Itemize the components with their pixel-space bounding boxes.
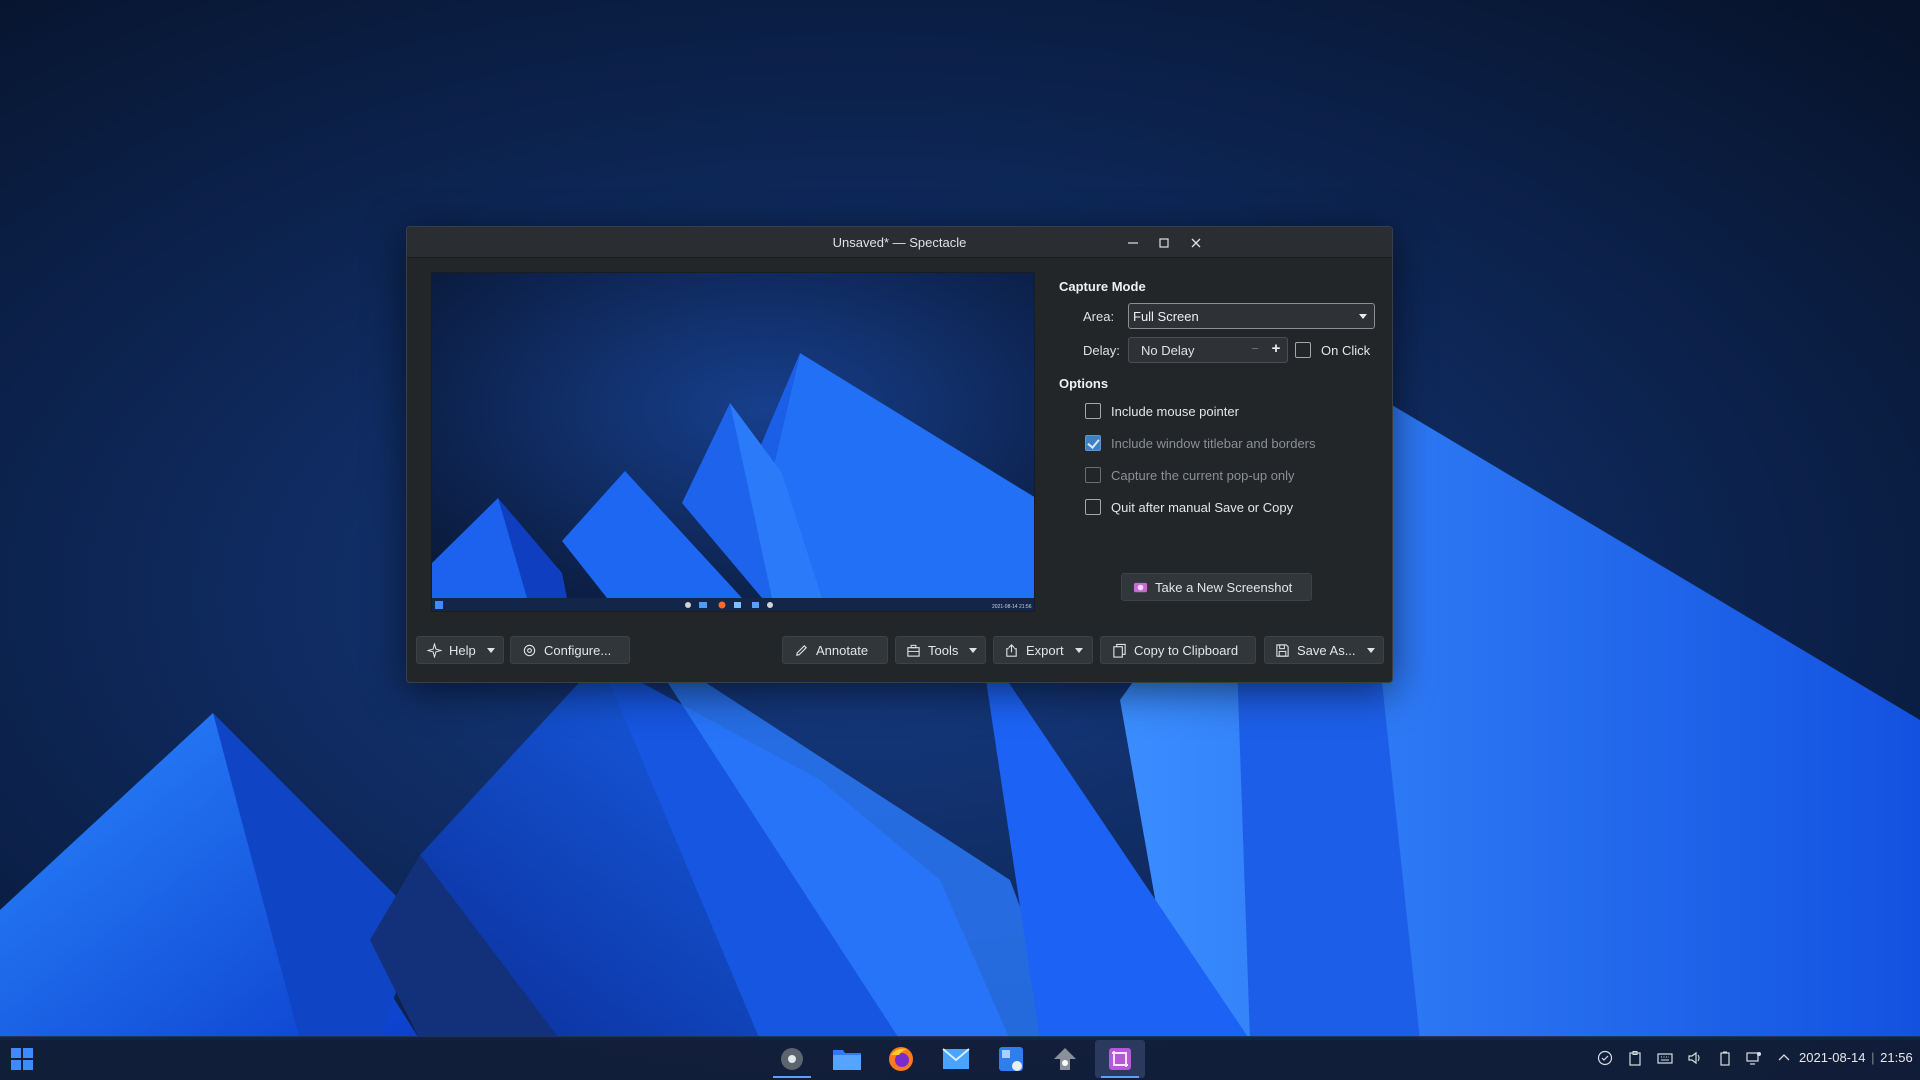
clock-date: 2021-08-14	[1799, 1050, 1866, 1065]
chevron-down-icon	[1366, 647, 1375, 653]
take-new-screenshot-button[interactable]: Take a New Screenshot	[1121, 573, 1312, 601]
discover-icon	[999, 1047, 1023, 1071]
taskbar: 2021-08-14 | 21:56	[0, 1036, 1920, 1080]
annotate-button[interactable]: Annotate	[782, 636, 888, 664]
clipboard-icon	[1111, 642, 1127, 658]
pencil-icon	[793, 642, 809, 658]
taskbar-spectacle[interactable]	[1095, 1040, 1145, 1078]
folder-icon	[833, 1050, 861, 1070]
on-click-checkbox[interactable]	[1295, 342, 1311, 358]
save-as-label: Save As...	[1297, 642, 1356, 658]
minimize-button[interactable]	[1122, 232, 1144, 254]
help-button[interactable]: Help	[416, 636, 504, 664]
chevron-down-icon	[1359, 314, 1367, 319]
screenshot-preview[interactable]: 2021-08-14 21:56	[431, 272, 1035, 612]
network-icon[interactable]	[1745, 1049, 1763, 1067]
chevron-up-icon[interactable]	[1775, 1049, 1793, 1067]
chevron-down-icon	[1074, 647, 1083, 653]
firefox-icon	[889, 1047, 913, 1071]
taskbar-system-settings[interactable]	[767, 1040, 817, 1078]
spectacle-window: Unsaved* — Spectacle 2021-08-14 21:56 Ca…	[406, 226, 1393, 683]
capture-mode-heading: Capture Mode	[1059, 279, 1146, 294]
gear-icon	[521, 642, 537, 658]
annotate-label: Annotate	[816, 642, 869, 658]
area-combobox[interactable]: Full Screen	[1128, 303, 1375, 329]
window-titlebar[interactable]: Unsaved* — Spectacle	[407, 227, 1392, 258]
mail-icon	[942, 1048, 970, 1069]
delay-spinbox[interactable]: No Delay − +	[1128, 337, 1288, 363]
close-icon	[1191, 238, 1201, 248]
take-new-screenshot-label: Take a New Screenshot	[1155, 579, 1293, 595]
running-indicator	[773, 1076, 811, 1078]
copy-to-clipboard-button[interactable]: Copy to Clipboard	[1100, 636, 1256, 664]
windows-logo-icon	[11, 1048, 33, 1070]
quit-after-save-checkbox[interactable]	[1085, 499, 1101, 515]
preview-clock: 2021-08-14 21:56	[992, 604, 1032, 610]
export-label: Export	[1026, 642, 1064, 658]
tools-button[interactable]: Tools	[895, 636, 986, 664]
application-launcher-button[interactable]	[0, 1040, 44, 1078]
quit-after-save-label: Quit after manual Save or Copy	[1111, 500, 1294, 515]
configure-button[interactable]: Configure...	[510, 636, 630, 664]
include-titlebar-checkbox[interactable]	[1085, 435, 1101, 451]
delay-value: No Delay	[1141, 343, 1195, 358]
taskbar-firefox[interactable]	[876, 1040, 926, 1078]
close-button[interactable]	[1185, 232, 1207, 254]
settings-gear-icon	[781, 1048, 803, 1070]
maximize-icon	[1159, 238, 1169, 248]
on-click-label: On Click	[1321, 343, 1371, 358]
taskbar-mail[interactable]	[931, 1040, 981, 1078]
capture-popup-label: Capture the current pop-up only	[1111, 468, 1295, 483]
include-titlebar-label: Include window titlebar and borders	[1111, 436, 1316, 451]
copy-to-clipboard-label: Copy to Clipboard	[1134, 642, 1239, 658]
updates-icon[interactable]	[1596, 1049, 1614, 1067]
kde-connect-icon	[1054, 1048, 1076, 1070]
spectacle-crop-icon	[1109, 1048, 1131, 1070]
configure-label: Configure...	[544, 642, 612, 658]
battery-icon[interactable]	[1716, 1049, 1734, 1067]
clock-separator: |	[1871, 1050, 1875, 1065]
export-icon	[1004, 642, 1019, 658]
toolbox-icon	[906, 642, 921, 658]
active-indicator	[1101, 1076, 1139, 1078]
include-mouse-pointer-label: Include mouse pointer	[1111, 404, 1239, 419]
chevron-down-icon	[486, 647, 495, 653]
clock-time: 21:56	[1880, 1050, 1913, 1065]
save-icon	[1275, 642, 1290, 658]
delay-increment-button[interactable]: +	[1269, 340, 1283, 360]
tools-label: Tools	[928, 642, 959, 658]
maximize-button[interactable]	[1153, 232, 1175, 254]
spectacle-icon	[1132, 579, 1148, 595]
minimize-icon	[1128, 242, 1138, 244]
taskbar-clock[interactable]: 2021-08-14 | 21:56	[1799, 1050, 1913, 1065]
taskbar-file-manager[interactable]	[822, 1040, 872, 1078]
include-mouse-pointer-checkbox[interactable]	[1085, 403, 1101, 419]
help-icon	[427, 642, 442, 658]
delay-label: Delay:	[1083, 343, 1120, 358]
chevron-down-icon	[969, 647, 978, 653]
taskbar-discover[interactable]	[986, 1040, 1036, 1078]
area-label: Area:	[1083, 309, 1115, 324]
save-as-button[interactable]: Save As...	[1264, 636, 1384, 664]
delay-decrement-button[interactable]: −	[1248, 341, 1262, 359]
help-label: Help	[449, 642, 476, 658]
volume-icon[interactable]	[1686, 1049, 1704, 1067]
options-heading: Options	[1059, 376, 1109, 391]
window-title: Unsaved* — Spectacle	[832, 235, 967, 250]
taskbar-kde-connect[interactable]	[1040, 1040, 1090, 1078]
capture-popup-checkbox[interactable]	[1085, 467, 1101, 483]
area-value: Full Screen	[1133, 309, 1199, 324]
keyboard-icon[interactable]	[1656, 1049, 1674, 1067]
export-button[interactable]: Export	[993, 636, 1093, 664]
clipboard-tray-icon[interactable]	[1626, 1049, 1644, 1067]
